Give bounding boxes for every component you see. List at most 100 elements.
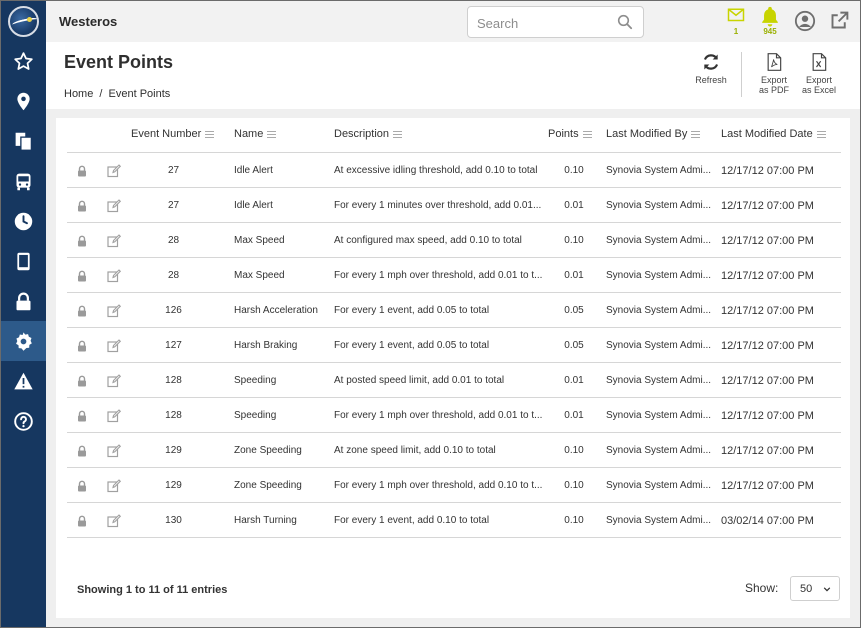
clock-icon	[14, 212, 33, 230]
edit-icon[interactable]	[107, 444, 121, 458]
map-pin-icon	[17, 92, 30, 110]
column-header-name[interactable]: Name	[234, 128, 277, 140]
name-cell: Speeding	[234, 375, 277, 386]
app-logo[interactable]	[8, 6, 39, 37]
description-cell: At configured max speed, add 0.10 to tot…	[334, 235, 522, 246]
modified-date-cell: 12/17/12 07:00 PM	[721, 304, 814, 317]
modified-by-cell: Synovia System Admi...	[606, 445, 712, 456]
sidebar-item-security[interactable]	[1, 281, 46, 321]
edit-icon[interactable]	[107, 479, 121, 493]
points-cell: 0.10	[564, 480, 584, 491]
search-input[interactable]	[477, 14, 607, 32]
table-row[interactable]: 27 Idle Alert At excessive idling threshol…	[67, 153, 841, 188]
sidebar-item-help[interactable]	[1, 401, 46, 441]
edit-icon[interactable]	[107, 304, 121, 318]
sort-icon	[205, 130, 215, 138]
user-profile-button[interactable]	[793, 10, 817, 34]
modified-date-cell: 12/17/12 07:00 PM	[721, 374, 814, 387]
sort-icon	[267, 130, 277, 138]
refresh-button[interactable]: Refresh	[694, 52, 728, 85]
sidebar-item-history[interactable]	[1, 201, 46, 241]
edit-icon[interactable]	[107, 164, 121, 178]
sidebar-item-map[interactable]	[1, 81, 46, 121]
edit-icon[interactable]	[107, 339, 121, 353]
event-number-cell: 128	[165, 410, 182, 421]
bell-icon	[762, 6, 778, 27]
table-row[interactable]: 126 Harsh Acceleration For every 1 event, …	[67, 293, 841, 328]
lock-icon	[78, 375, 86, 387]
modified-by-cell: Synovia System Admi...	[606, 270, 712, 281]
edit-icon[interactable]	[107, 234, 121, 248]
table-row[interactable]: 27 Idle Alert For every 1 minutes over thr…	[67, 188, 841, 223]
points-cell: 0.10	[564, 445, 584, 456]
modified-date-cell: 12/17/12 07:00 PM	[721, 479, 814, 492]
notifications-button[interactable]	[758, 5, 782, 29]
export-excel-button[interactable]: Export as Excel	[800, 52, 838, 95]
page-size-value: 50	[800, 583, 813, 595]
sidebar-item-reports[interactable]	[1, 121, 46, 161]
sidebar-item-devices[interactable]	[1, 241, 46, 281]
description-cell: At excessive idling threshold, add 0.10 …	[334, 165, 538, 176]
table-row[interactable]: 127 Harsh Braking For every 1 event, add 0…	[67, 328, 841, 363]
sort-icon	[691, 130, 701, 138]
name-cell: Zone Speeding	[234, 445, 302, 456]
name-cell: Zone Speeding	[234, 480, 302, 491]
sidebar	[1, 1, 46, 627]
table-row[interactable]: 28 Max Speed At configured max speed, add …	[67, 223, 841, 258]
modified-by-cell: Synovia System Admi...	[606, 165, 712, 176]
modified-date-cell: 12/17/12 07:00 PM	[721, 199, 814, 212]
column-header-label: Points	[548, 128, 579, 140]
column-header-label: Last Modified Date	[721, 128, 813, 140]
column-header-description[interactable]: Description	[334, 128, 403, 140]
documents-icon	[15, 132, 33, 151]
table-row[interactable]: 130 Harsh Turning For every 1 event, add 0…	[67, 503, 841, 538]
edit-icon[interactable]	[107, 409, 121, 423]
search-box[interactable]	[467, 6, 644, 38]
help-icon	[14, 411, 33, 431]
event-number-cell: 27	[167, 200, 180, 211]
points-cell: 0.01	[564, 410, 584, 421]
lock-icon	[78, 445, 86, 457]
export-pdf-label-line1: Export	[760, 75, 787, 85]
description-cell: For every 1 event, add 0.05 to total	[334, 305, 490, 316]
gear-icon	[16, 331, 32, 351]
edit-icon[interactable]	[107, 374, 121, 388]
column-header-last-modified-date[interactable]: Last Modified Date	[721, 128, 826, 140]
sidebar-item-alerts[interactable]	[1, 361, 46, 401]
column-header-points[interactable]: Points	[548, 128, 592, 140]
sidebar-item-vehicles[interactable]	[1, 161, 46, 201]
toolbar-divider	[741, 52, 742, 97]
name-cell: Max Speed	[234, 235, 285, 246]
table-row[interactable]: 129 Zone Speeding For every 1 mph over thr…	[67, 468, 841, 503]
modified-by-cell: Synovia System Admi...	[606, 480, 712, 491]
event-number-cell: 127	[165, 340, 182, 351]
description-cell: For every 1 mph over threshold, add 0.01…	[334, 270, 543, 281]
modified-by-cell: Synovia System Admi...	[606, 200, 712, 211]
table-row[interactable]: 129 Zone Speeding At zone speed limit, add…	[67, 433, 841, 468]
column-header-last-modified-by[interactable]: Last Modified By	[606, 128, 701, 140]
modified-by-cell: Synovia System Admi...	[606, 515, 712, 526]
edit-icon[interactable]	[107, 514, 121, 528]
sidebar-item-settings[interactable]	[1, 321, 46, 361]
breadcrumb-home[interactable]: Home	[64, 88, 93, 100]
edit-icon[interactable]	[107, 269, 121, 283]
column-header-label: Event Number	[131, 128, 202, 140]
lock-icon	[16, 292, 31, 310]
logout-button[interactable]	[827, 10, 851, 34]
lock-icon	[78, 270, 86, 282]
sidebar-item-favorites[interactable]	[1, 41, 46, 81]
edit-icon[interactable]	[107, 199, 121, 213]
table-row[interactable]: 128 Speeding For every 1 mph over threshol…	[67, 398, 841, 433]
page-title: Event Points	[64, 52, 174, 72]
export-pdf-button[interactable]: Export as PDF	[756, 52, 792, 95]
page-size-select[interactable]: 50	[790, 576, 840, 601]
modified-date-cell: 12/17/12 07:00 PM	[721, 339, 814, 352]
table-row[interactable]: 128 Speeding At posted speed limit, add 0.…	[67, 363, 841, 398]
column-header-event-number[interactable]: Event Number	[131, 128, 215, 140]
description-cell: For every 1 event, add 0.10 to total	[334, 515, 490, 526]
name-cell: Idle Alert	[234, 165, 273, 176]
sort-icon	[582, 130, 592, 138]
search-icon[interactable]	[617, 14, 633, 30]
lock-icon	[78, 340, 86, 352]
table-row[interactable]: 28 Max Speed For every 1 mph over threshol…	[67, 258, 841, 293]
